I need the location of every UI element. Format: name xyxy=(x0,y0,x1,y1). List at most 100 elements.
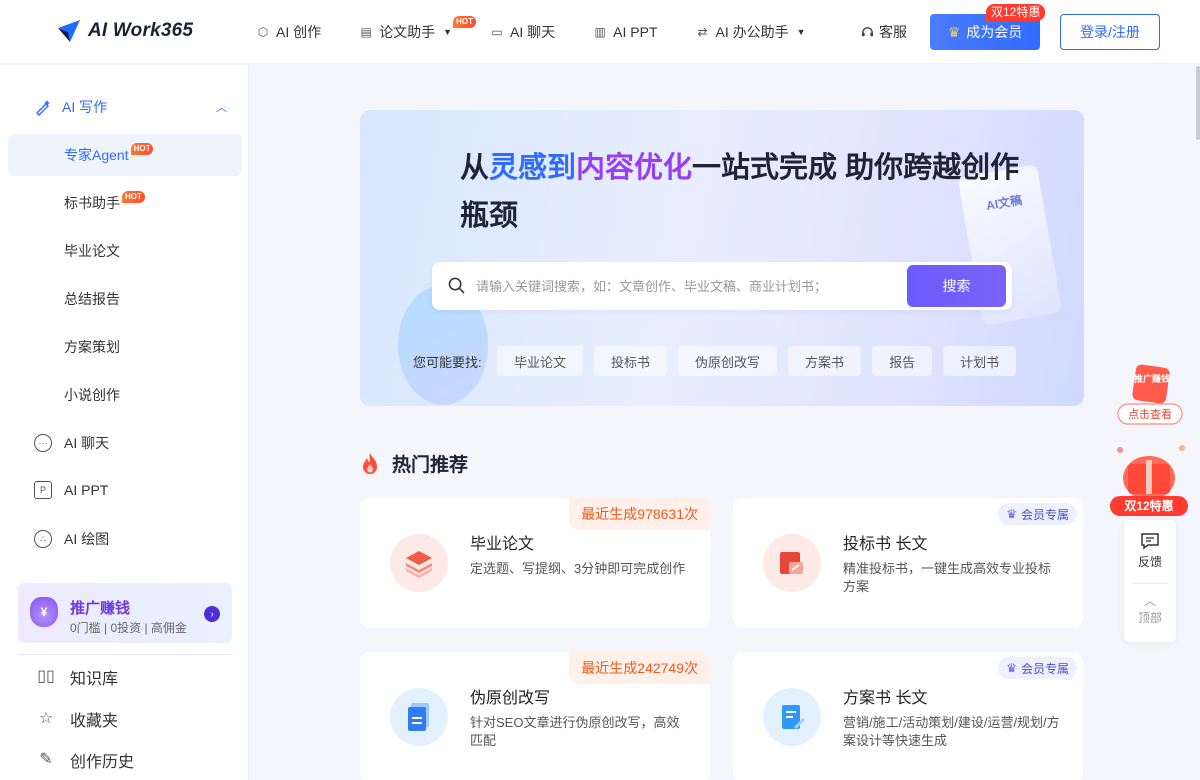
vip-button-label: 成为会员 xyxy=(966,24,1023,40)
search-box: 搜索 xyxy=(432,262,1012,310)
edit-doc-icon xyxy=(763,688,821,746)
sidebar-item-graduation-thesis[interactable]: 毕业论文 xyxy=(8,230,242,272)
sidebar-item-label: AI 绘图 xyxy=(64,531,110,547)
sidebar-divider xyxy=(18,654,232,655)
hot-badge: HOT xyxy=(130,143,154,155)
card-desc: 精准投标书，一键生成高效专业投标方案 xyxy=(843,561,1052,594)
chip-bid[interactable]: 投标书 xyxy=(594,346,668,376)
search-button[interactable]: 搜索 xyxy=(907,265,1006,307)
nav-ai-create[interactable]: ⬡ AI 创作 xyxy=(256,0,321,64)
sidebar-item-label: 方案策划 xyxy=(64,339,120,355)
chevron-up-icon[interactable]: ︿ xyxy=(216,99,227,115)
card-title: 毕业论文 xyxy=(470,536,535,553)
pen-icon: ✎ xyxy=(39,751,53,768)
ppt-icon: ▥ xyxy=(594,25,606,39)
chip-rewrite[interactable]: 伪原创改写 xyxy=(678,346,778,376)
sidebar-item-bid-assistant[interactable]: 标书助手 HOT xyxy=(8,182,242,224)
brand-name: AI Work365 xyxy=(88,20,194,41)
sidebar-item-label: 总结报告 xyxy=(64,291,120,307)
sidebar-item-novel[interactable]: 小说创作 xyxy=(8,374,242,416)
customer-service-link[interactable]: 客服 xyxy=(860,22,907,42)
card-desc: 针对SEO文章进行伪原创改写，高效匹配 xyxy=(470,715,680,748)
nav-label: AI 聊天 xyxy=(510,24,556,40)
service-label: 客服 xyxy=(879,24,907,40)
chevron-up-icon: ︿ xyxy=(1143,594,1156,608)
card-title: 方案书 长文 xyxy=(843,690,928,707)
crown-icon: ♛ xyxy=(1006,661,1017,675)
nav-ai-chat[interactable]: ▭ AI 聊天 xyxy=(490,0,555,64)
chip-proposal[interactable]: 方案书 xyxy=(788,346,862,376)
chip-plan[interactable]: 计划书 xyxy=(943,346,1017,376)
sidebar-item-label: AI 聊天 xyxy=(64,435,110,451)
bid-doc-icon xyxy=(763,534,821,592)
vip-exclusive-badge: ♛ 会员专属 xyxy=(998,503,1077,525)
top-label: 顶部 xyxy=(1137,611,1162,625)
nav-label: 论文助手 xyxy=(379,24,436,40)
float-promo-text: 推广赚钱 xyxy=(1134,373,1170,384)
float-divider xyxy=(1132,583,1168,584)
gift-label: 双12特惠 xyxy=(1124,498,1173,513)
hot-badge: HOT xyxy=(453,16,477,28)
brand-logo[interactable]: AI Work365 xyxy=(56,18,193,44)
chat-icon: ▭ xyxy=(491,25,503,39)
sidebar-item-knowledge-base[interactable]: ▯▯ 知识库 xyxy=(36,665,118,689)
star-icon: ☆ xyxy=(38,710,54,727)
hero-banner: AI文稿 从灵感到内容优化一站式完成 助你跨越创作瓶颈 搜索 您可能要找: 毕业… xyxy=(360,110,1084,406)
top-navbar: AI Work365 ⬡ AI 创作 ▤ 论文助手 ▼ HOT ▭ AI 聊天 … xyxy=(0,0,1200,64)
back-to-top-button[interactable]: ︿ 顶部 xyxy=(1124,592,1176,626)
hot-section-header: 热门推荐 xyxy=(360,450,468,477)
chevron-down-icon: ▼ xyxy=(796,27,806,37)
book-icon: ▯▯ xyxy=(37,668,55,685)
layers-icon xyxy=(390,534,448,592)
float-promo-widget[interactable]: 推广赚钱 点击查看 xyxy=(1116,362,1184,430)
scrollbar-thumb[interactable] xyxy=(1196,66,1200,140)
card-bid-document[interactable]: ♛ 会员专属 投标书 长文 精准投标书，一键生成高效专业投标方案 xyxy=(733,498,1083,628)
sidebar-item-plan[interactable]: 方案策划 xyxy=(8,326,242,368)
card-title: 投标书 长文 xyxy=(843,536,928,553)
feedback-label: 反馈 xyxy=(1137,555,1162,569)
sidebar-item-ai-drawing[interactable]: ∴ AI 绘图 xyxy=(34,529,109,549)
arrow-right-icon[interactable]: › xyxy=(204,606,220,622)
money-bag-icon: ¥ xyxy=(30,597,58,627)
search-icon xyxy=(448,277,465,294)
headset-icon xyxy=(861,26,874,36)
feedback-button[interactable]: 反馈 xyxy=(1124,532,1176,570)
sidebar-group-ai-writing[interactable]: AI 写作 ︿ xyxy=(34,97,234,117)
recent-generated-badge: 最近生成242749次 xyxy=(569,652,710,684)
nav-office-assistant[interactable]: ⇄ AI 办公助手 ▼ xyxy=(696,0,806,64)
sidebar-item-history[interactable]: ✎ 创作历史 xyxy=(36,748,134,772)
card-desc: 营销/施工/活动策划/建设/运营/规划/方案设计等快速生成 xyxy=(843,715,1060,748)
card-graduation-thesis[interactable]: 最近生成978631次 毕业论文 定选题、写提纲、3分钟即可完成创作 xyxy=(360,498,710,628)
hot-section-title: 热门推荐 xyxy=(392,455,469,476)
chip-report[interactable]: 报告 xyxy=(872,346,933,376)
login-register-button[interactable]: 登录/注册 xyxy=(1060,14,1160,50)
card-title: 伪原创改写 xyxy=(470,690,551,707)
ppt-icon: P xyxy=(34,481,52,499)
sidebar-item-label: 创作历史 xyxy=(70,754,135,771)
sidebar-item-summary-report[interactable]: 总结报告 xyxy=(8,278,242,320)
promo-earn-card[interactable]: ¥ 推广赚钱 0门槛 | 0投资 | 高佣金 › xyxy=(18,583,232,643)
sidebar: AI 写作 ︿ 专家Agent HOT 标书助手 HOT 毕业论文 总结报告 方… xyxy=(0,65,249,780)
nav-ai-ppt[interactable]: ▥ AI PPT xyxy=(593,0,658,64)
nav-paper-assistant[interactable]: ▤ 论文助手 ▼ HOT xyxy=(359,0,477,64)
sidebar-item-ai-chat[interactable]: ··· AI 聊天 xyxy=(34,433,109,453)
gift-box-icon[interactable]: 双12特惠 xyxy=(1108,440,1190,520)
sidebar-item-expert-agent[interactable]: 专家Agent HOT xyxy=(8,134,242,176)
sidebar-item-favorites[interactable]: ☆ 收藏夹 xyxy=(36,707,118,731)
hero-title: 从灵感到内容优化一站式完成 助你跨越创作瓶颈 xyxy=(460,152,1020,232)
double12-badge: 双12特惠 xyxy=(986,4,1046,21)
file-icon xyxy=(390,688,448,746)
fire-icon xyxy=(363,452,377,474)
sidebar-item-label: 毕业论文 xyxy=(64,243,120,259)
card-proposal[interactable]: ♛ 会员专属 方案书 长文 营销/施工/活动策划/建设/运营/规划/方案设计等快… xyxy=(733,652,1083,780)
nav-label: AI PPT xyxy=(613,24,658,40)
main-nav: ⬡ AI 创作 ▤ 论文助手 ▼ HOT ▭ AI 聊天 ▥ AI PPT ⇄ … xyxy=(256,0,844,64)
chip-thesis[interactable]: 毕业论文 xyxy=(497,346,584,376)
card-pseudo-original[interactable]: 最近生成242749次 伪原创改写 针对SEO文章进行伪原创改写，高效匹配 xyxy=(360,652,710,780)
search-input[interactable] xyxy=(476,274,896,298)
vip-exclusive-badge: ♛ 会员专属 xyxy=(998,657,1077,679)
chat-bubble-icon: ··· xyxy=(34,434,52,452)
logo-mark-icon xyxy=(58,20,80,42)
hot-badge: HOT xyxy=(122,191,145,203)
sidebar-item-ai-ppt[interactable]: P AI PPT xyxy=(34,481,108,499)
